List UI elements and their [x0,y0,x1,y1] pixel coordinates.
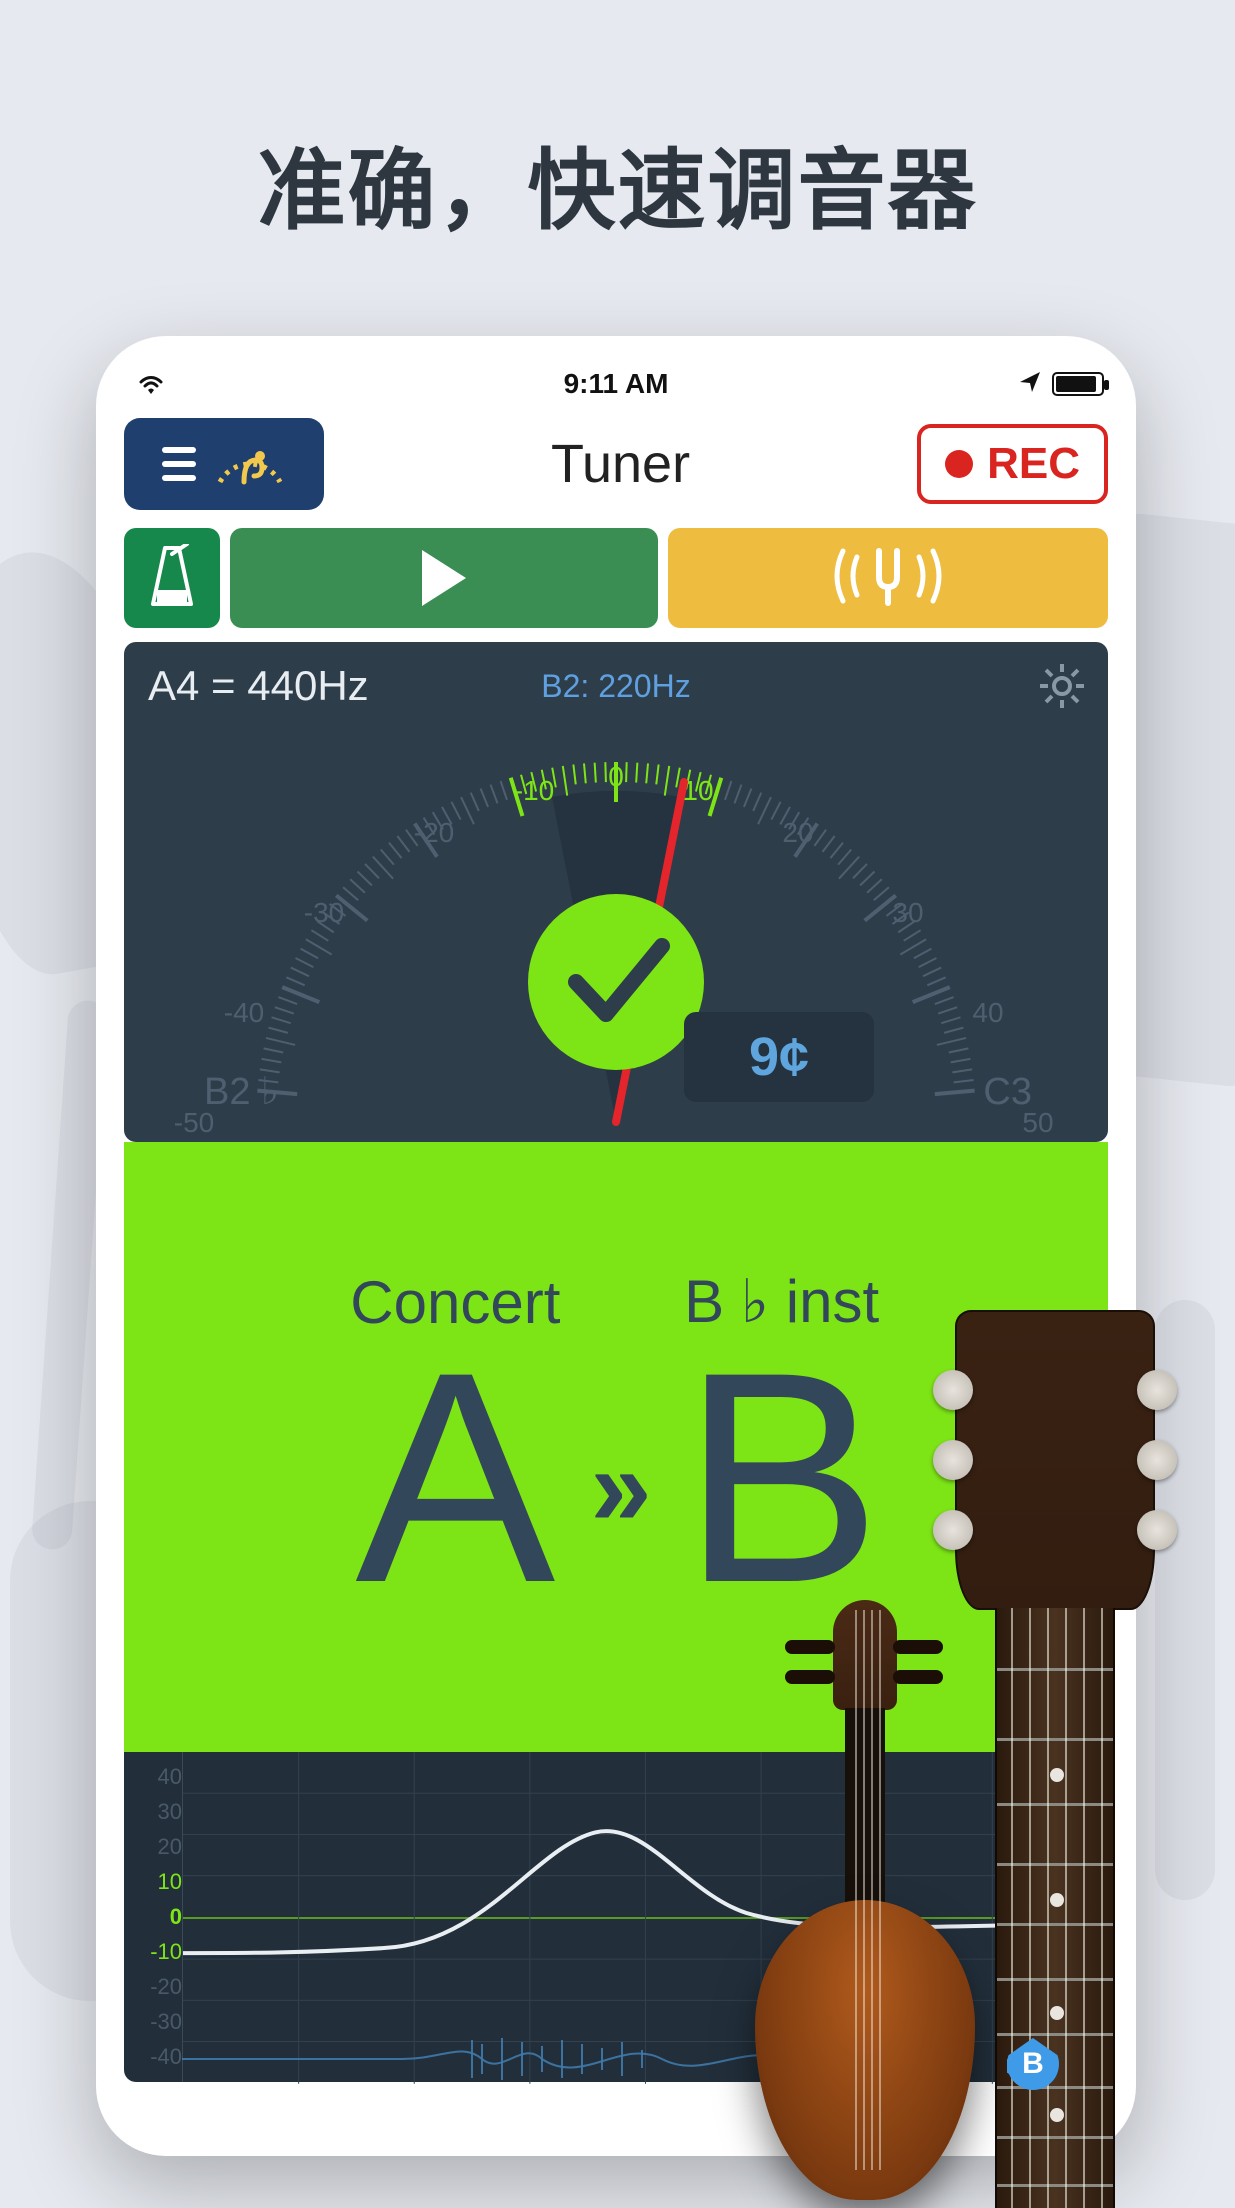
metronome-button[interactable] [124,528,220,628]
svg-text:20: 20 [782,817,813,848]
svg-text:0: 0 [608,761,624,792]
status-time: 9:11 AM [564,368,669,400]
svg-text:40: 40 [972,997,1003,1028]
pitch-pipe-button[interactable] [668,528,1108,628]
tuner-gauge-icon [214,432,286,497]
location-icon [1018,370,1042,399]
svg-text:-30: -30 [304,897,344,928]
tuning-fork-icon [813,543,963,614]
status-bar: 9:11 AM [124,360,1108,408]
guitar-illustration: B [885,1310,1215,2200]
record-icon [945,450,973,478]
transpose-arrow-icon: » [590,1424,651,1551]
app-title: Tuner [551,433,690,495]
record-button[interactable]: REC [917,424,1108,504]
svg-text:-10: -10 [514,775,554,806]
lower-note-label: B2 ♭ [204,1069,279,1114]
play-icon [422,550,466,606]
svg-text:-20: -20 [414,817,454,848]
metronome-icon [147,544,197,613]
instrument-note: B [682,1327,882,1627]
promo-headline: 准确，快速调音器 [0,120,1235,247]
svg-text:-40: -40 [224,997,264,1028]
svg-text:30: 30 [892,897,923,928]
neck-note-badge: B [1007,2038,1059,2090]
concert-note: A [355,1327,555,1627]
settings-button[interactable] [1038,662,1086,715]
gear-icon [1038,662,1086,710]
history-y-axis: 40 30 20 10 0 -10 -20 -30 -40 [124,1752,182,2082]
upper-note-label: C3 [983,1071,1032,1114]
reference-pitch-label: A4 = 440Hz [148,662,369,710]
wifi-icon [132,368,170,401]
battery-icon [1052,372,1104,396]
deviation-value: 9¢ [684,1012,874,1102]
hamburger-icon [162,447,196,481]
record-label: REC [987,439,1080,489]
tuner-gauge-panel: A4 = 440Hz B2: 220Hz - [124,642,1108,1142]
play-button[interactable] [230,528,658,628]
detected-pitch-label: B2: 220Hz [541,668,690,705]
menu-button[interactable] [124,418,324,510]
